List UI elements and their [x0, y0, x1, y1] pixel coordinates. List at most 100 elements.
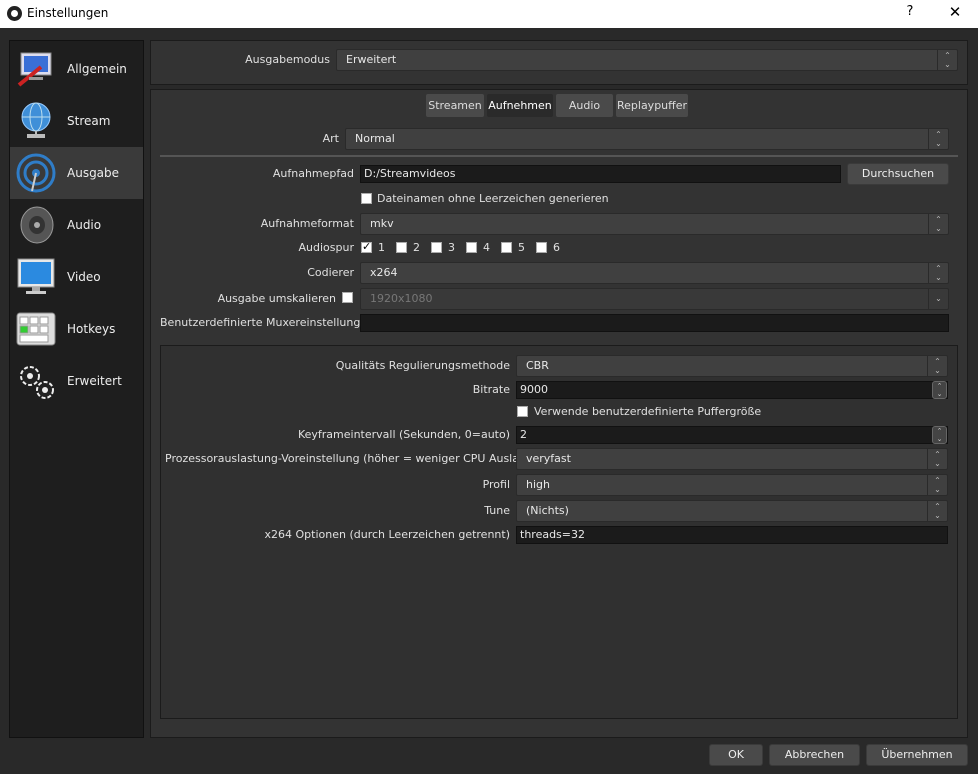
sidebar-item-label: Video — [67, 270, 101, 284]
tab-replaypuffer[interactable]: Replaypuffer — [616, 94, 688, 117]
audio-track-6-checkbox[interactable] — [536, 242, 547, 253]
profile-label: Profil — [482, 478, 510, 491]
rate-control-label: Qualitäts Regulierungsmethode — [335, 359, 510, 372]
rate-control-value: CBR — [526, 359, 549, 372]
settings-sidebar: Allgemein Stream Ausgabe Audio Video Hot… — [9, 40, 144, 738]
chevron-down-icon: ⌄ — [928, 289, 948, 309]
nospace-filename-label: Dateinamen ohne Leerzeichen generieren — [377, 192, 609, 205]
tab-aufnehmen[interactable]: Aufnehmen — [487, 94, 553, 117]
rescale-output-checkbox[interactable] — [342, 292, 353, 303]
cancel-button[interactable]: Abbrechen — [769, 744, 860, 766]
keyframe-interval-spinbox[interactable]: 2 ⌃ ⌄ — [516, 426, 948, 444]
sidebar-item-video[interactable]: Video — [10, 251, 143, 303]
cpu-preset-label: Prozessorauslastung-Voreinstellung (höhe… — [165, 452, 555, 465]
sidebar-item-hotkeys[interactable]: Hotkeys — [10, 303, 143, 355]
chevron-updown-icon: ⌃ ⌄ — [937, 50, 957, 70]
obs-logo-icon — [7, 6, 22, 21]
bitrate-label: Bitrate — [472, 383, 510, 396]
x264-options-input[interactable]: threads=32 — [516, 526, 948, 544]
audio-track-1-label: 1 — [378, 241, 385, 254]
tune-value: (Nichts) — [526, 504, 569, 517]
audio-track-1-checkbox[interactable] — [361, 240, 372, 253]
audio-track-5-checkbox[interactable] — [501, 242, 512, 253]
chevron-updown-icon: ⌃ ⌄ — [927, 449, 947, 469]
chevron-updown-icon: ⌃ ⌄ — [928, 214, 948, 234]
rescale-resolution-select[interactable]: 1920x1080 ⌄ — [360, 288, 949, 310]
rate-control-select[interactable]: CBR ⌃ ⌄ — [516, 355, 948, 377]
audio-track-6-label: 6 — [553, 241, 560, 254]
sidebar-item-label: Stream — [67, 114, 111, 128]
video-monitor-icon — [17, 258, 55, 294]
sidebar-item-label: Hotkeys — [67, 322, 116, 336]
muxer-settings-label: Benutzerdefinierte Muxereinstellungen — [160, 316, 375, 329]
recording-format-label: Aufnahmeformat — [260, 217, 354, 230]
audio-track-4-checkbox[interactable] — [466, 242, 477, 253]
spin-arrows-icon[interactable]: ⌃ ⌄ — [932, 381, 947, 399]
recording-type-label: Art — [322, 132, 339, 145]
globe-network-icon — [21, 102, 51, 138]
sidebar-item-general[interactable]: Allgemein — [10, 43, 143, 95]
keyframe-interval-value: 2 — [520, 428, 527, 441]
rescale-resolution-value: 1920x1080 — [370, 292, 433, 305]
tab-streamen[interactable]: Streamen — [426, 94, 484, 117]
sidebar-item-output[interactable]: Ausgabe — [10, 147, 143, 199]
encoder-select[interactable]: x264 ⌃ ⌄ — [360, 262, 949, 284]
sidebar-item-label: Erweitert — [67, 374, 122, 388]
help-button[interactable]: ? — [900, 4, 920, 19]
output-mode-value: Erweitert — [346, 53, 397, 66]
window-title: Einstellungen — [27, 6, 109, 20]
chevron-updown-icon: ⌃ ⌄ — [928, 129, 948, 149]
tune-label: Tune — [484, 504, 510, 517]
recording-path-label: Aufnahmepfad — [272, 167, 354, 180]
muxer-settings-input[interactable] — [360, 314, 949, 332]
audio-track-label: Audiospur — [298, 241, 354, 254]
chevron-updown-icon: ⌃ ⌄ — [927, 501, 947, 521]
recording-path-input[interactable]: D:/Streamvideos — [360, 165, 841, 183]
cpu-preset-value: veryfast — [526, 452, 571, 465]
general-monitor-icon — [17, 52, 52, 87]
title-bar: Einstellungen ? ✕ — [0, 0, 978, 28]
x264-options-label: x264 Optionen (durch Leerzeichen getrenn… — [264, 528, 511, 541]
close-button[interactable]: ✕ — [942, 3, 968, 21]
nospace-filename-checkbox[interactable] — [361, 193, 372, 204]
spin-arrows-icon[interactable]: ⌃ ⌄ — [932, 426, 947, 444]
custom-buffer-checkbox[interactable] — [517, 406, 528, 417]
chevron-updown-icon: ⌃ ⌄ — [927, 475, 947, 495]
tune-select[interactable]: (Nichts) ⌃ ⌄ — [516, 500, 948, 522]
chevron-updown-icon: ⌃ ⌄ — [928, 263, 948, 283]
audio-track-5-label: 5 — [518, 241, 525, 254]
recording-format-value: mkv — [370, 217, 394, 230]
speaker-icon — [20, 206, 54, 244]
audio-track-2-checkbox[interactable] — [396, 242, 407, 253]
broadcast-antenna-icon — [16, 153, 56, 193]
tab-audio[interactable]: Audio — [556, 94, 613, 117]
keyboard-icon — [16, 312, 56, 346]
recording-type-value: Normal — [355, 132, 395, 145]
recording-format-select[interactable]: mkv ⌃ ⌄ — [360, 213, 949, 235]
output-mode-label: Ausgabemodus — [245, 53, 330, 66]
profile-select[interactable]: high ⌃ ⌄ — [516, 474, 948, 496]
ok-button[interactable]: OK — [709, 744, 763, 766]
audio-track-2-label: 2 — [413, 241, 420, 254]
sidebar-item-label: Audio — [67, 218, 102, 232]
cpu-preset-select[interactable]: veryfast ⌃ ⌄ — [516, 448, 948, 470]
sidebar-item-stream[interactable]: Stream — [10, 95, 143, 147]
recording-type-select[interactable]: Normal ⌃ ⌄ — [345, 128, 949, 150]
sidebar-item-label: Allgemein — [67, 62, 127, 76]
sidebar-item-advanced[interactable]: Erweitert — [10, 355, 143, 407]
profile-value: high — [526, 478, 550, 491]
chevron-updown-icon: ⌃ ⌄ — [927, 356, 947, 376]
divider — [160, 155, 958, 157]
output-mode-select[interactable]: Erweitert ⌃ ⌄ — [336, 49, 958, 71]
bitrate-value: 9000 — [520, 383, 548, 396]
browse-button[interactable]: Durchsuchen — [847, 163, 949, 185]
sidebar-item-audio[interactable]: Audio — [10, 199, 143, 251]
encoder-value: x264 — [370, 266, 398, 279]
bitrate-spinbox[interactable]: 9000 ⌃ ⌄ — [516, 381, 948, 399]
apply-button[interactable]: Übernehmen — [866, 744, 968, 766]
sidebar-item-label: Ausgabe — [67, 166, 120, 180]
encoder-label: Codierer — [307, 266, 354, 279]
rescale-output-label: Ausgabe umskalieren — [217, 292, 336, 305]
audio-track-3-label: 3 — [448, 241, 455, 254]
audio-track-3-checkbox[interactable] — [431, 242, 442, 253]
